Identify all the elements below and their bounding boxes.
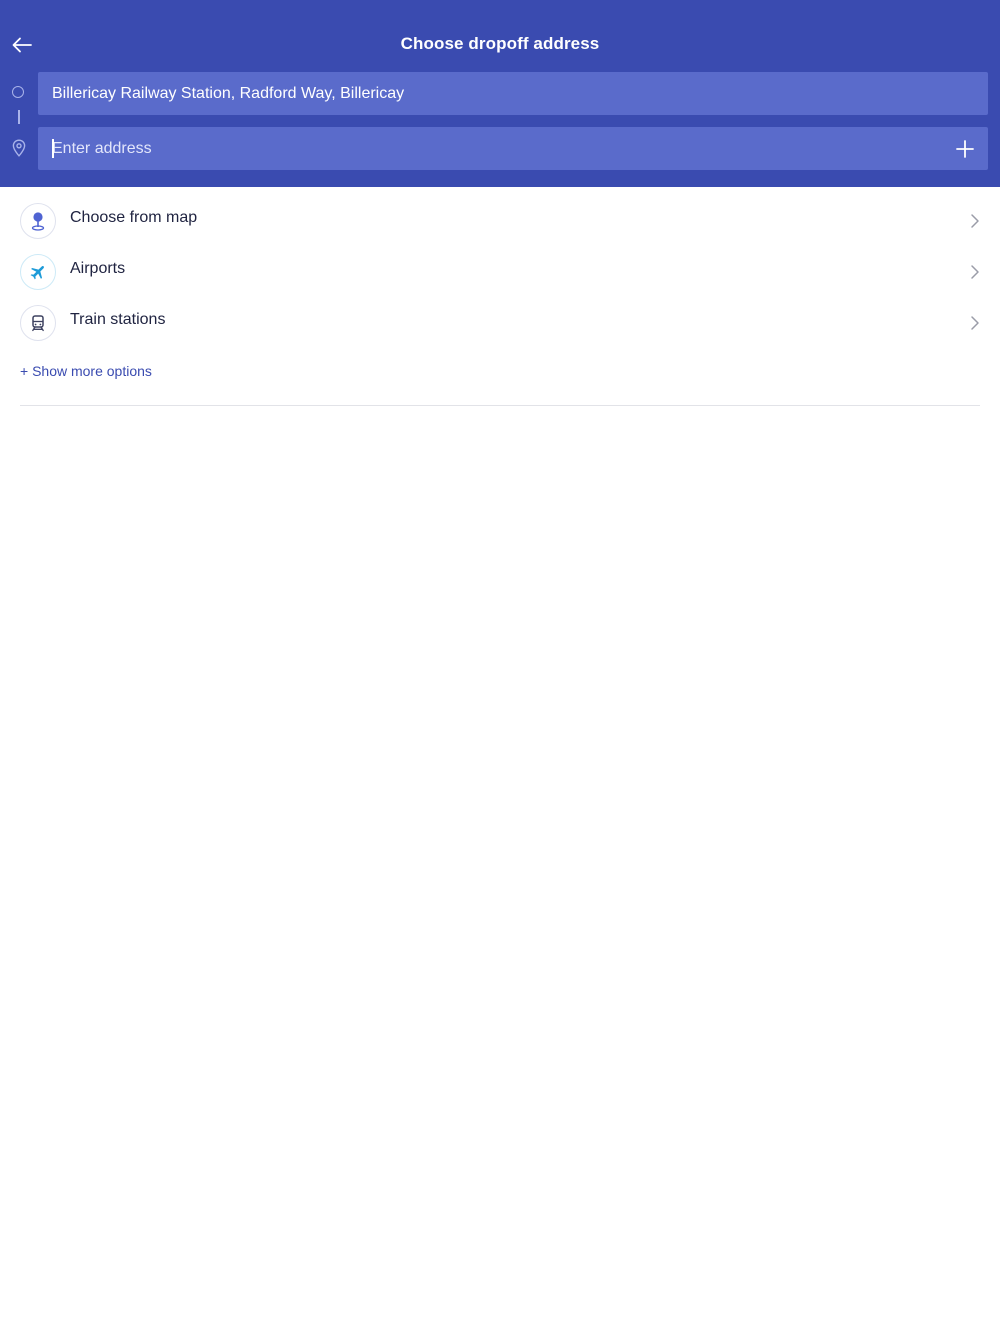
option-icon-wrapper [20,305,56,341]
plus-icon [956,140,974,158]
pickup-dot-icon [12,86,24,98]
option-icon-wrapper [20,254,56,290]
dropoff-address-field[interactable] [38,127,988,170]
map-pin-icon [31,212,45,231]
text-cursor [52,139,54,158]
option-airports[interactable]: Airports [0,250,1000,300]
add-stop-button[interactable] [954,138,976,160]
chevron-right-icon [971,265,979,279]
dropoff-pin-icon [12,139,26,157]
pickup-address-value: Billericay Railway Station, Radford Way,… [52,85,405,102]
train-icon [32,315,44,332]
chevron-right-icon [971,316,979,330]
option-label: Train stations [70,311,166,328]
route-connector-line [17,110,20,124]
option-icon-wrapper [20,203,56,239]
pickup-address-field[interactable]: Billericay Railway Station, Radford Way,… [38,72,988,115]
chevron-right-icon [971,214,979,228]
option-label: Airports [70,260,126,277]
page-title: Choose dropoff address [400,34,600,53]
show-more-options-link[interactable]: + Show more options [20,363,152,379]
option-choose-from-map[interactable]: Choose from map [0,199,1000,249]
dropoff-address-input[interactable] [38,127,928,170]
header-bar: Choose dropoff address Billericay Railwa… [0,0,1000,187]
airplane-icon [30,266,44,280]
section-divider [20,405,980,406]
option-train-stations[interactable]: Train stations [0,301,1000,351]
option-label: Choose from map [70,209,198,226]
